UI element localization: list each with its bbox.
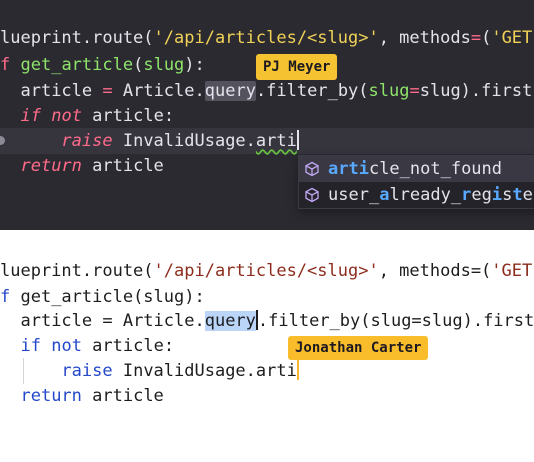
match-text: r [461,185,472,205]
suggestion-text: s [502,185,513,205]
suggestion-item[interactable]: article_not_found [299,156,534,182]
text-cursor [296,130,299,150]
code-line-2[interactable]: f get_article(slug): [0,52,205,78]
code-line-6[interactable]: return article [0,153,164,179]
code-line-3[interactable]: article = Article.query.filter_by(slug=s… [0,78,532,104]
code-text: lueprint.route( [0,28,154,48]
match-text: t [512,185,523,205]
code-text: lueprint.route( [0,261,154,281]
collaborator-cursor-tag: Jonathan Carter [288,336,429,360]
selected-text: query [204,311,256,331]
code-text: .filter_by( [255,81,369,101]
collaborator-cursor-tag: PJ Meyer [256,54,338,80]
code-line-3[interactable]: article = Article.query.filter_by(slug=s… [0,308,534,334]
code-line-4[interactable]: if not article: [0,103,174,129]
code-text: .filter_by(slug=slug).first( [257,311,534,331]
suggestion-text: eg [471,185,492,205]
code-text: article = Article. [20,311,205,331]
code-line-4[interactable]: if not article: [0,333,174,359]
typed-text: arti [255,131,297,151]
operator: = [409,81,420,101]
code-line-1[interactable]: lueprint.route('/api/articles/<slug>', m… [0,258,534,284]
method-cube-icon [305,161,319,177]
collaborator-text-cursor [296,360,299,380]
keyword: if [20,106,41,126]
keyword: not [51,336,82,356]
keyword: f [0,55,11,75]
function-name: get_article [20,55,134,75]
code-text: , methods=( [378,261,492,281]
operator: = [470,28,482,48]
keyword: return [20,386,82,406]
keyword: raise [61,131,113,151]
autocomplete-popup[interactable]: article_not_found user_already_registe [298,155,534,209]
suggestion-text: lready_ [389,185,462,205]
parameter-name: slug [143,55,185,75]
code-text: ( [133,55,144,75]
method-cube-icon [305,187,319,203]
code-line-1[interactable]: lueprint.route('/api/articles/<slug>', m… [0,25,534,51]
code-text: slug).first [419,81,533,101]
match-text: i [491,185,503,205]
code-line-2[interactable]: f get_article(slug): [0,284,205,310]
keyword: raise [61,361,113,381]
keyword: not [51,106,82,126]
occurrence-highlight: query [204,81,256,101]
suggestion-text: user_ [328,185,380,205]
variable: article [20,81,93,101]
suggestion-label: user_already_registe [328,182,533,208]
code-text: article [81,386,164,406]
code-text: ( [481,28,492,48]
string-literal: '/api/articles/<slug>' [153,28,379,48]
string-literal: 'GET' [491,261,534,281]
code-text: get_article(slug): [10,287,205,307]
operator: = [92,81,123,101]
code-text: ): [184,55,205,75]
code-line-6[interactable]: return article [0,383,164,409]
string-literal: '/api/articles/<slug>' [153,261,379,281]
keyword: f [0,287,11,307]
keyword-argument: slug [368,81,410,101]
suggestion-label: article_not_found [328,156,502,182]
code-text: article: [81,336,175,356]
string-literal: 'GET' [491,28,534,48]
typed-text: arti [255,361,297,381]
suggestion-item[interactable]: user_already_registe [299,182,534,208]
light-editor-pane[interactable]: lueprint.route('/api/articles/<slug>', m… [0,230,534,462]
match-text: a [379,185,390,205]
code-text: article [81,156,164,176]
match-text: arti [328,159,369,179]
code-text: article: [81,106,175,126]
keyword: return [20,156,82,176]
code-text: InvalidUsage. [112,361,256,381]
code-line-5[interactable]: raise InvalidUsage.arti [0,128,299,154]
code-text: Article. [122,81,205,101]
code-text: , methods [378,28,471,48]
keyword: if [20,336,41,356]
suggestion-text: cle_not_found [368,159,503,179]
code-text: InvalidUsage. [112,131,256,151]
code-line-5[interactable]: raise InvalidUsage.arti [0,358,299,384]
suggestion-text: e [522,185,533,205]
dark-editor-pane[interactable]: lueprint.route('/api/articles/<slug>', m… [0,0,534,230]
